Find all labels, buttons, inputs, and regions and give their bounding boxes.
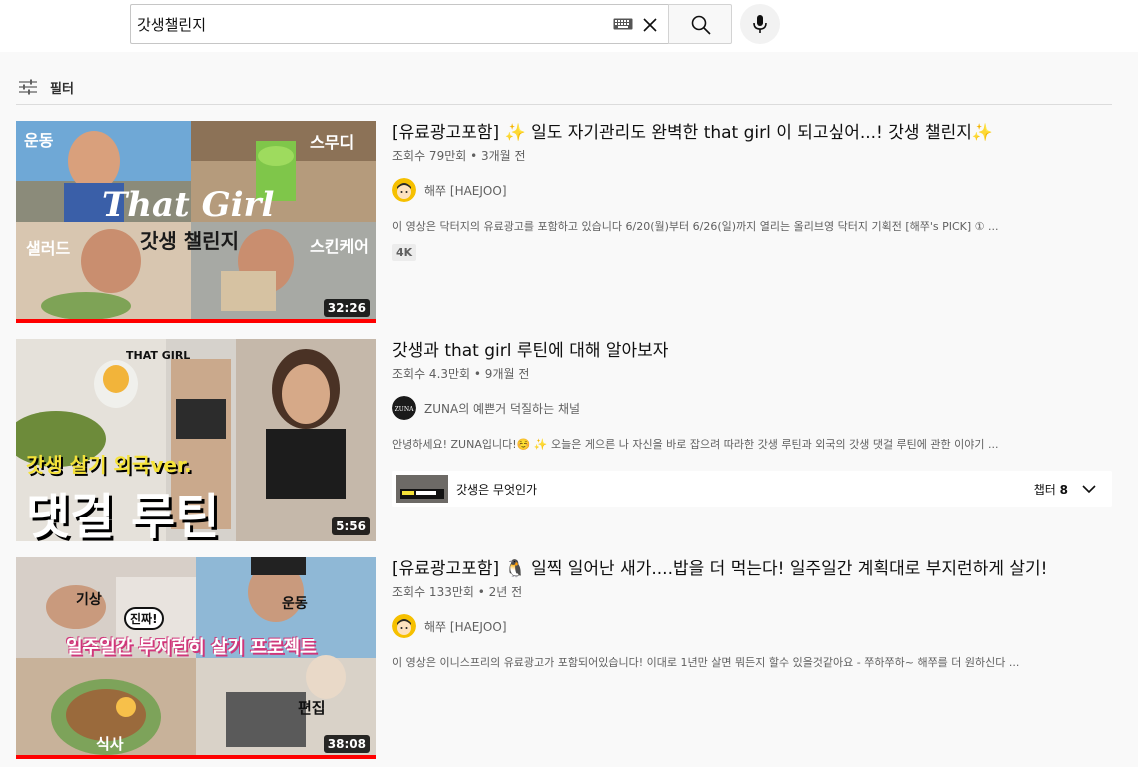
filter-label: 필터 [50, 81, 74, 97]
video-result[interactable]: 기상 운동 진짜! 일주일간 부지런히 살기 프로젝트 식사 편집 38:08 … [16, 557, 1112, 761]
thumbnail-label: 편집 [298, 699, 326, 717]
search-icon [691, 15, 711, 35]
keyboard-icon[interactable] [613, 18, 633, 30]
voice-search-button[interactable] [740, 4, 780, 44]
video-meta: 조회수 79만회 • 3개월 전 [392, 149, 526, 163]
microphone-icon [753, 15, 767, 33]
video-result[interactable]: 운동 스무디 That Girl 갓생 챌린지 샐러드 스킨케어 32:26 [… [16, 121, 1112, 325]
clear-icon[interactable] [639, 14, 661, 36]
channel-link[interactable]: ZUNA ZUNA의 예쁜거 덕질하는 채널 [392, 396, 1112, 420]
thumbnail-title: 갓생 살기 외국ver. [26, 453, 192, 477]
divider [16, 104, 1112, 105]
thumbnail-title: That Girl [102, 185, 275, 225]
video-thumbnail[interactable]: THAT GIRL 갓생 살기 외국ver. 댓걸 루틴 5:56 [16, 339, 376, 541]
video-description: 이 영상은 닥터지의 유료광고를 포함하고 있습니다 6/20(월)부터 6/2… [392, 220, 999, 233]
thumbnail-label: 기상 [76, 592, 102, 608]
quality-badge: 4K [392, 244, 417, 261]
video-info: [유료광고포함] ✨ 일도 자기관리도 완벽한 that girl 이 되고싶어… [392, 121, 1112, 261]
channel-link[interactable]: 해쭈 [HAEJOO] [392, 614, 1112, 638]
avatar[interactable] [392, 178, 416, 202]
video-thumbnail[interactable]: 기상 운동 진짜! 일주일간 부지런히 살기 프로젝트 식사 편집 38:08 [16, 557, 376, 759]
thumbnail-label: 운동 [282, 596, 308, 612]
video-duration: 38:08 [323, 735, 370, 753]
thumbnail-subtitle: 갓생 챌린지 [140, 229, 239, 253]
filter-button[interactable]: 필터 [16, 74, 316, 100]
chapter-count: 챕터 8 [1033, 483, 1068, 497]
watch-progress-bar [16, 755, 376, 759]
video-description: 이 영상은 이니스프리의 유료광고가 포함되어있습니다! 이대로 1년만 살면 … [392, 656, 1020, 669]
video-title[interactable]: [유료광고포함] 🐧 일찍 일어난 새가....밥을 더 먹는다! 일주일간 계… [392, 557, 1072, 581]
top-bar [0, 0, 1138, 52]
chapter-thumbnail [396, 475, 448, 503]
filter-sliders-icon [19, 79, 37, 95]
thumbnail-label: 스무디 [310, 133, 355, 152]
thumbnail-bubble: 진짜! [124, 607, 164, 630]
channel-name[interactable]: 해쭈 [HAEJOO] [424, 182, 507, 199]
thumbnail-label: 스킨케어 [310, 237, 369, 256]
video-thumbnail[interactable]: 운동 스무디 That Girl 갓생 챌린지 샐러드 스킨케어 32:26 [16, 121, 376, 323]
channel-name[interactable]: 해쭈 [HAEJOO] [424, 618, 507, 635]
video-duration: 5:56 [332, 517, 370, 535]
avatar[interactable] [392, 614, 416, 638]
avatar[interactable]: ZUNA [392, 396, 416, 420]
watch-progress-bar [16, 319, 376, 323]
search-input[interactable] [137, 5, 597, 43]
thumbnail-label: 운동 [24, 131, 54, 150]
video-title[interactable]: 갓생과 that girl 루틴에 대해 알아보자 [392, 339, 1112, 363]
video-info: 갓생과 that girl 루틴에 대해 알아보자 조회수 4.3만회 • 9개… [392, 339, 1112, 507]
chevron-down-icon[interactable] [1080, 480, 1098, 498]
video-result[interactable]: THAT GIRL 갓생 살기 외국ver. 댓걸 루틴 5:56 갓생과 th… [16, 339, 1112, 543]
video-meta: 조회수 133만회 • 2년 전 [392, 585, 523, 599]
video-description: 안녕하세요! ZUNA입니다!☺️ ✨ 오늘은 게으른 나 자신을 바로 잡으려… [392, 438, 999, 451]
chapter-bar[interactable]: 갓생은 무엇인가 챕터 8 [392, 471, 1112, 507]
thumbnail-label: THAT GIRL [126, 349, 191, 362]
video-duration: 32:26 [323, 299, 370, 317]
thumbnail-label: 샐러드 [26, 239, 71, 258]
search-button[interactable] [668, 4, 732, 44]
search-box[interactable] [130, 4, 668, 44]
video-title[interactable]: [유료광고포함] ✨ 일도 자기관리도 완벽한 that girl 이 되고싶어… [392, 121, 1112, 145]
video-meta: 조회수 4.3만회 • 9개월 전 [392, 367, 530, 381]
thumbnail-label: 식사 [96, 735, 124, 753]
video-info: [유료광고포함] 🐧 일찍 일어난 새가....밥을 더 먹는다! 일주일간 계… [392, 557, 1112, 670]
thumbnail-title: 일주일간 부지런히 살기 프로젝트 [66, 637, 317, 658]
channel-logo-text: ZUNA [395, 406, 414, 413]
thumbnail-title: 댓걸 루틴 [26, 489, 220, 541]
channel-name[interactable]: ZUNA의 예쁜거 덕질하는 채널 [424, 400, 580, 417]
chapter-title: 갓생은 무엇인가 [456, 483, 538, 497]
channel-link[interactable]: 해쭈 [HAEJOO] [392, 178, 1112, 202]
